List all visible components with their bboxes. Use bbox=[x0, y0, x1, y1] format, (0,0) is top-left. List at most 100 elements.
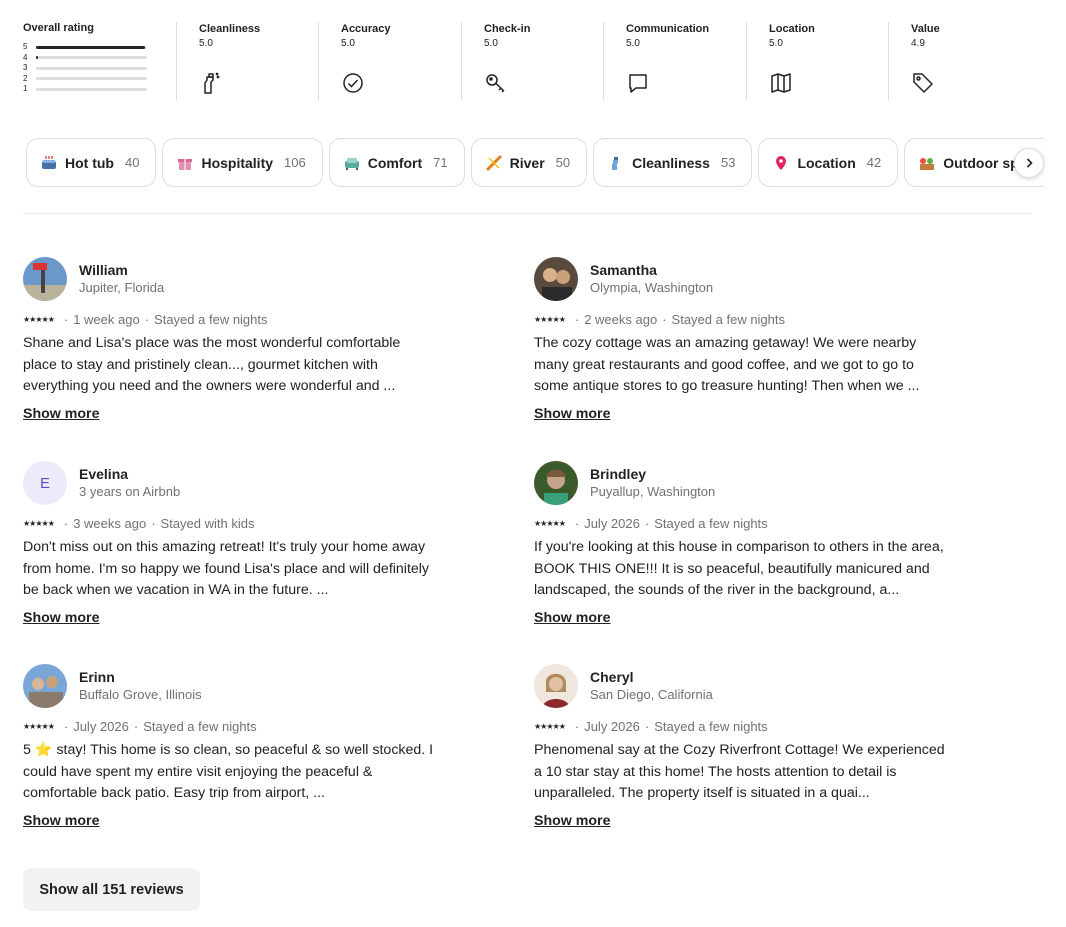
show-more-button[interactable]: Show more bbox=[23, 813, 99, 829]
category-check-in: Check-in 5.0 bbox=[461, 22, 603, 100]
review-meta: ★★★★★ · July 2026 · Stayed a few nights bbox=[534, 718, 949, 734]
topic-count: 106 bbox=[284, 155, 306, 170]
category-label: Cleanliness bbox=[199, 23, 261, 35]
overall-rating-label: Overall rating bbox=[23, 22, 94, 34]
topic-chip-hot-tub[interactable]: Hot tub 40 bbox=[26, 138, 157, 187]
topic-chip-location[interactable]: Location 42 bbox=[758, 138, 899, 187]
review-text: Shane and Lisa's place was the most wond… bbox=[23, 335, 401, 394]
topic-label: Hospitality bbox=[201, 154, 274, 171]
topic-chip-cleanliness[interactable]: Cleanliness 53 bbox=[593, 138, 753, 187]
rating-distribution: 5 4 3 2 1 bbox=[23, 42, 177, 95]
avatar[interactable]: E bbox=[23, 461, 67, 505]
reviewer-location: Jupiter, Florida bbox=[79, 280, 165, 295]
separator: · bbox=[662, 311, 667, 327]
check-circle-icon bbox=[343, 73, 363, 93]
rating-bar-label: 4 bbox=[23, 52, 28, 62]
rating-bar-label: 3 bbox=[23, 63, 28, 73]
topic-label: Location bbox=[797, 154, 856, 171]
avatar[interactable] bbox=[23, 257, 67, 301]
rating-bar-row: 5 bbox=[23, 42, 177, 53]
separator: · bbox=[63, 718, 69, 734]
category-label: Value bbox=[911, 23, 940, 35]
category-score: 5.0 bbox=[769, 38, 783, 49]
topic-label: Cleanliness bbox=[632, 154, 710, 171]
star-rating: ★★★★★ bbox=[23, 314, 55, 324]
rating-bar-row: 4 bbox=[23, 53, 177, 64]
review-text: Don't miss out on this amazing retreat! … bbox=[23, 539, 430, 598]
hot-tub-icon bbox=[40, 154, 58, 172]
separator: · bbox=[574, 515, 580, 531]
review-topics-carousel: Hot tub 40 Hospitality 106 Comfort 71 Ri… bbox=[26, 138, 1043, 188]
reviewer-name: Evelina bbox=[79, 466, 129, 482]
show-more-button[interactable]: Show more bbox=[534, 406, 610, 422]
stay-type: Stayed a few nights bbox=[654, 718, 768, 734]
topic-chip-river[interactable]: River 50 bbox=[470, 138, 588, 187]
topic-count: 53 bbox=[720, 155, 736, 170]
topic-count: 50 bbox=[555, 155, 571, 170]
rating-bar-fill bbox=[36, 45, 145, 49]
spray-bottle-icon bbox=[204, 72, 220, 94]
topic-chip-hospitality[interactable]: Hospitality 106 bbox=[162, 138, 323, 187]
review-card: E Evelina 3 years on Airbnb ★★★★★ · 3 we… bbox=[23, 461, 438, 627]
star-rating: ★★★★★ bbox=[534, 314, 566, 324]
rating-bar-track bbox=[36, 77, 147, 81]
category-label: Communication bbox=[626, 23, 710, 35]
rating-bar-row: 3 bbox=[23, 63, 177, 74]
separator: · bbox=[151, 515, 156, 531]
reviewer-location: Puyallup, Washington bbox=[590, 484, 716, 499]
stay-type: Stayed a few nights bbox=[671, 311, 786, 327]
star-rating: ★★★★★ bbox=[23, 721, 55, 731]
review-card: Brindley Puyallup, Washington ★★★★★ · Ju… bbox=[534, 461, 949, 627]
rating-bar-track bbox=[36, 45, 147, 49]
topic-chip-comfort[interactable]: Comfort 71 bbox=[328, 138, 465, 187]
category-score: 5.0 bbox=[341, 38, 355, 49]
category-score: 5.0 bbox=[199, 38, 213, 49]
overall-rating: Overall rating 5 4 3 2 1 bbox=[23, 22, 177, 95]
show-more-button[interactable]: Show more bbox=[23, 610, 99, 626]
reviewer-name: Samantha bbox=[590, 262, 657, 278]
avatar[interactable] bbox=[23, 664, 67, 708]
reviewer-name: William bbox=[79, 262, 128, 278]
review-date: 3 weeks ago bbox=[73, 515, 147, 531]
category-location: Location 5.0 bbox=[746, 22, 888, 100]
show-more-button[interactable]: Show more bbox=[534, 813, 610, 829]
kayak-icon bbox=[485, 154, 503, 172]
reviewer-name: Erinn bbox=[79, 669, 115, 685]
separator: · bbox=[144, 311, 150, 327]
stay-type: Stayed a few nights bbox=[143, 718, 257, 734]
rating-bar-label: 2 bbox=[23, 73, 28, 83]
reviewer-name: Cheryl bbox=[590, 669, 634, 685]
avatar[interactable] bbox=[534, 461, 578, 505]
section-divider bbox=[23, 213, 1031, 214]
category-score: 4.9 bbox=[911, 38, 925, 49]
reviewer-location: San Diego, California bbox=[590, 687, 713, 702]
star-rating: ★★★★★ bbox=[23, 518, 55, 528]
separator: · bbox=[644, 718, 650, 734]
review-text: If you're looking at this house in compa… bbox=[534, 539, 944, 598]
review-text: The cozy cottage was an amazing getaway!… bbox=[534, 335, 920, 394]
topic-count: 40 bbox=[124, 155, 140, 170]
separator: · bbox=[133, 718, 139, 734]
separator: · bbox=[63, 311, 69, 327]
review-date: 1 week ago bbox=[73, 311, 140, 327]
show-more-button[interactable]: Show more bbox=[23, 406, 99, 422]
avatar[interactable] bbox=[534, 664, 578, 708]
review-date: 2 weeks ago bbox=[584, 311, 658, 327]
rating-bar-row: 2 bbox=[23, 74, 177, 85]
show-more-button[interactable]: Show more bbox=[534, 610, 610, 626]
separator: · bbox=[574, 311, 580, 327]
avatar[interactable] bbox=[534, 257, 578, 301]
category-cleanliness: Cleanliness 5.0 bbox=[176, 22, 319, 100]
review-meta: ★★★★★ · July 2026 · Stayed a few nights bbox=[23, 718, 438, 734]
review-date: July 2026 bbox=[584, 515, 640, 531]
category-label: Location bbox=[769, 23, 815, 35]
carousel-next-button[interactable] bbox=[1014, 148, 1044, 178]
category-score: 5.0 bbox=[484, 38, 498, 49]
category-accuracy: Accuracy 5.0 bbox=[318, 22, 461, 100]
stay-type: Stayed with kids bbox=[160, 515, 255, 531]
show-all-reviews-button[interactable]: Show all 151 reviews bbox=[23, 868, 200, 911]
rating-bar-track bbox=[36, 56, 147, 60]
map-icon bbox=[771, 73, 791, 93]
reviewer-location: Buffalo Grove, Illinois bbox=[79, 687, 202, 702]
review-meta: ★★★★★ · July 2026 · Stayed a few nights bbox=[534, 515, 949, 531]
